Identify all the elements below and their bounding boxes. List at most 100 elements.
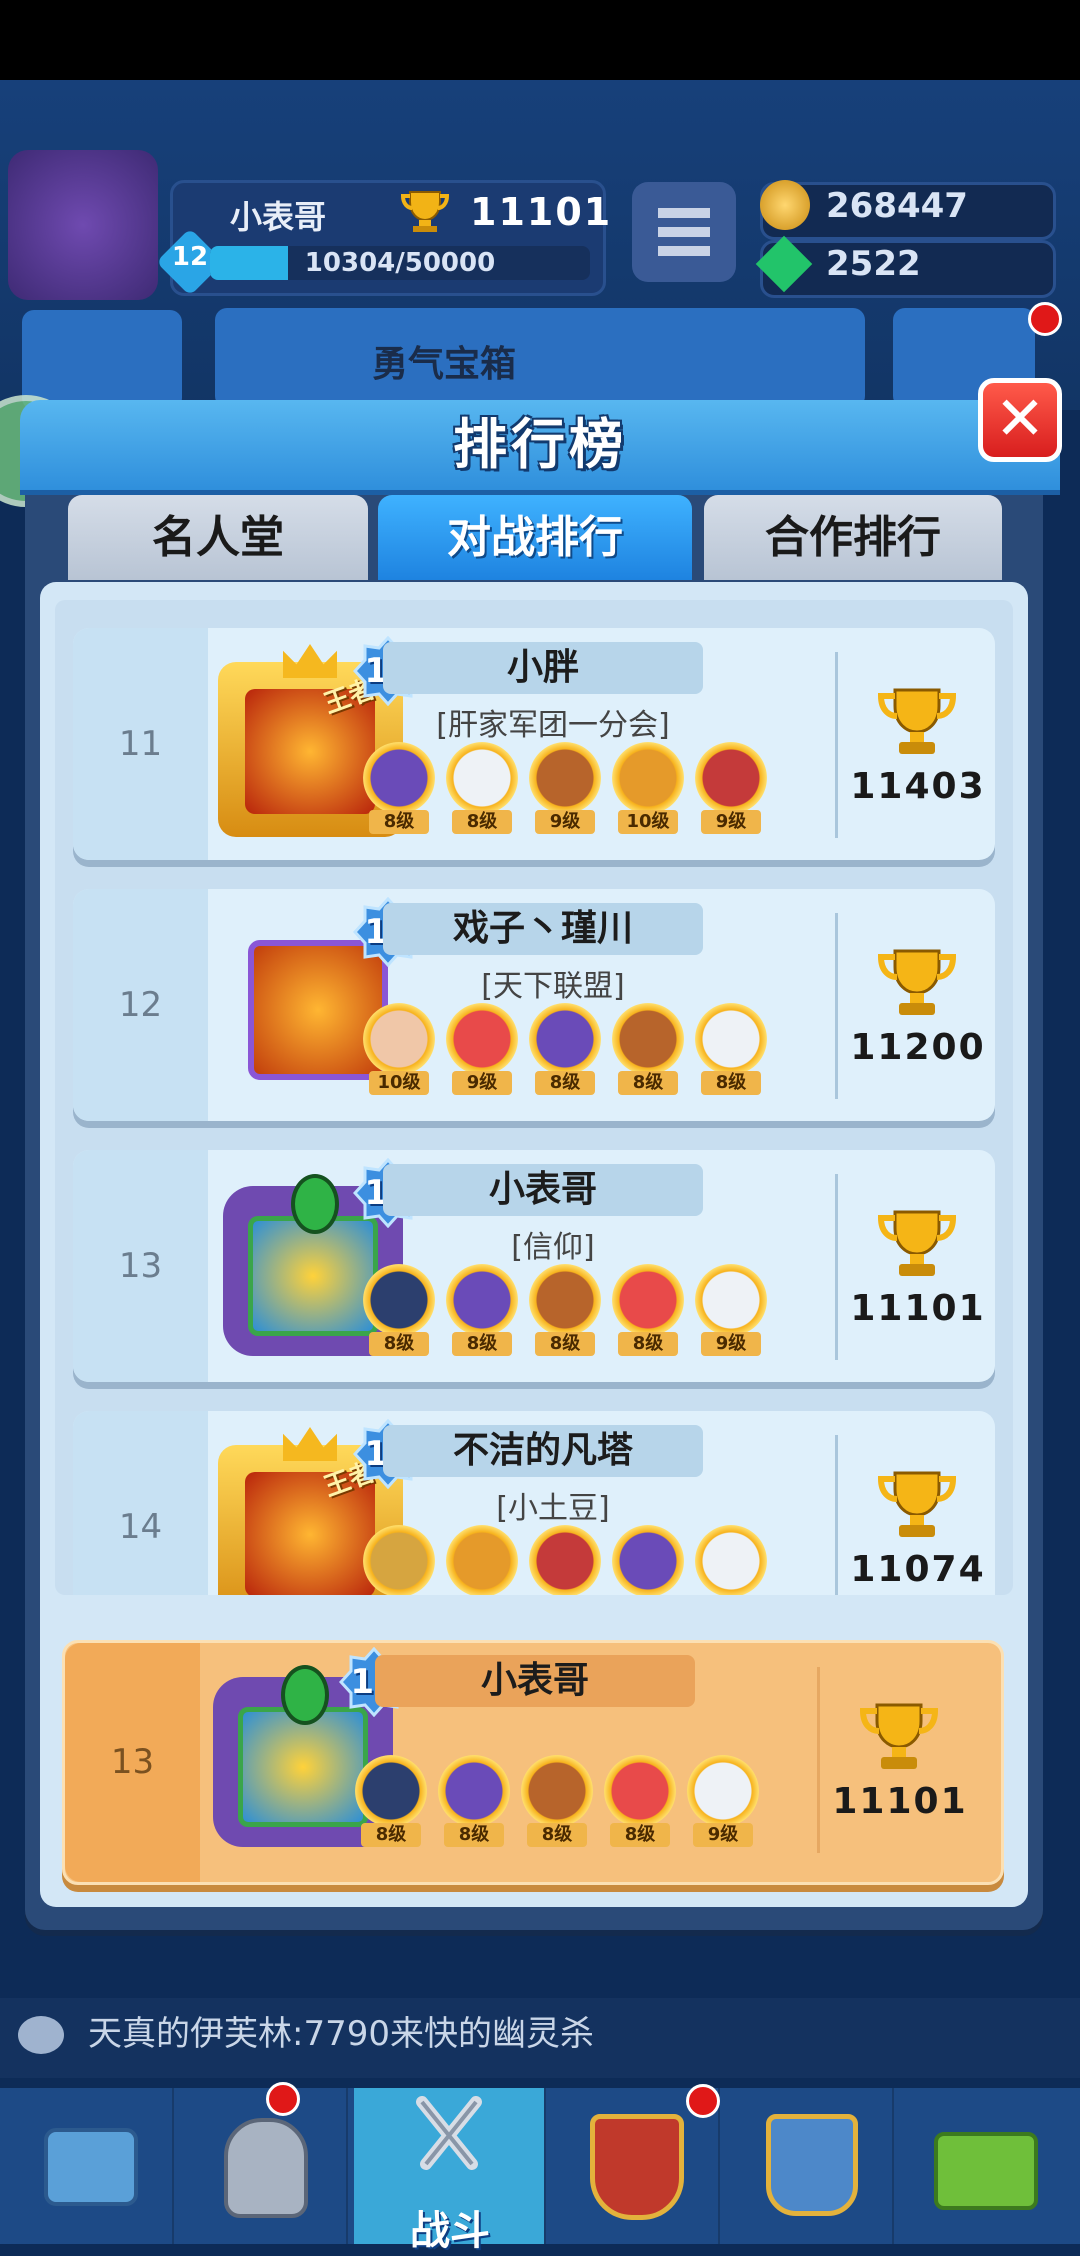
clown-hero	[446, 1003, 518, 1075]
bearded-chef-hero	[529, 742, 601, 814]
trophy-icon	[875, 947, 959, 1019]
girl-hero	[363, 1003, 435, 1075]
table-row[interactable]: 11王者12小胖[肝家军团一分会]8级8级9级10级9级11403	[73, 628, 995, 860]
hero-level: 9级	[693, 1823, 753, 1847]
purple-ninja-hero	[446, 1264, 518, 1336]
column-divider	[835, 652, 838, 838]
shield-crown-icon	[590, 2114, 684, 2220]
white-ghost-hero	[446, 742, 518, 814]
modal-title: 排行榜	[453, 413, 627, 476]
hero-level: 8级	[369, 1332, 429, 1356]
tab-coop-ranking[interactable]: 合作排行	[704, 495, 1002, 580]
clown-hero	[604, 1755, 676, 1827]
player-name: 小胖	[383, 642, 703, 694]
menu-button[interactable]	[632, 182, 736, 282]
quest-button[interactable]	[22, 310, 182, 410]
close-button[interactable]: ✕	[978, 378, 1062, 462]
status-bar	[0, 0, 1080, 80]
hero-level: 10级	[618, 810, 678, 834]
nav-garden[interactable]	[894, 2088, 1066, 2244]
trophy-count: 11200	[850, 1027, 986, 1068]
hero-level: 10级	[369, 1071, 429, 1095]
bearded-chef-hero	[529, 1264, 601, 1336]
hero-level: 8级	[369, 810, 429, 834]
hero-level: 8级	[610, 1823, 670, 1847]
nav-shop[interactable]	[0, 2088, 174, 2244]
hero-level: 8级	[452, 1332, 512, 1356]
close-icon: ✕	[994, 384, 1046, 454]
nav-social[interactable]	[720, 2088, 894, 2244]
player-name: 小表哥	[230, 198, 327, 236]
rank-number: 14	[73, 1411, 208, 1595]
hero-level: 8级	[618, 1332, 678, 1356]
chat-message: 天真的伊芙林:7790来快的幽灵杀	[88, 2014, 594, 2054]
police-hero	[363, 1264, 435, 1336]
hero-level: 8级	[452, 810, 512, 834]
hero-level: 8级	[535, 1332, 595, 1356]
self-ranking-row[interactable]: 13 12 小表哥 8级 8级 8级 8级 9级 11101	[62, 1640, 1004, 1885]
notification-dot	[266, 2082, 300, 2116]
rank-number: 12	[73, 889, 208, 1121]
nav-battle-label: 战斗	[410, 2208, 490, 2254]
guild-name: [肝家军团一分会]	[436, 708, 670, 743]
trophy-count: 11101	[850, 1288, 986, 1329]
purple-ninja-hero	[363, 742, 435, 814]
hero-level: 9级	[535, 810, 595, 834]
nav-clan[interactable]	[546, 2084, 720, 2244]
player-name: 小表哥	[375, 1655, 695, 1707]
column-divider	[835, 913, 838, 1099]
guild-name: [小土豆]	[496, 1491, 610, 1526]
notification-dot	[1028, 302, 1062, 336]
hero-level: 8级	[527, 1823, 587, 1847]
friends-icon	[766, 2114, 858, 2216]
eye-icon	[291, 1174, 339, 1234]
eye-icon	[281, 1665, 329, 1725]
player-name: 不洁的凡塔	[383, 1425, 703, 1477]
bearded-chef-hero	[612, 1003, 684, 1075]
white-ghost-hero	[687, 1755, 759, 1827]
monkey-king-hero	[612, 742, 684, 814]
table-row[interactable]: 1312小表哥[信仰]8级8级8级8级9级11101	[73, 1150, 995, 1382]
chest-label: 勇气宝箱	[372, 344, 517, 385]
avatar-portrait	[238, 1707, 368, 1827]
tab-battle-ranking[interactable]: 对战排行	[378, 495, 692, 580]
rank-number: 11	[73, 628, 208, 860]
bearded-chef-hero	[521, 1755, 593, 1827]
tab-hall-of-fame[interactable]: 名人堂	[68, 495, 368, 580]
table-row[interactable]: 14王者13不洁的凡塔[小土豆]11074	[73, 1411, 995, 1595]
purple-ninja-hero	[612, 1525, 684, 1595]
player-name: 戏子丶瑾川	[383, 903, 703, 955]
sprout-icon	[934, 2132, 1038, 2210]
hero-level: 8级	[444, 1823, 504, 1847]
trophy-count: 11403	[850, 766, 986, 807]
white-ghost-hero	[695, 1003, 767, 1075]
clown-hero	[612, 1264, 684, 1336]
trophy-icon	[875, 1469, 959, 1541]
straw-hat-hero	[363, 1525, 435, 1595]
rank-number: 13	[73, 1150, 208, 1382]
table-row[interactable]: 1211戏子丶瑾川[天下联盟]10级9级8级8级8级11200	[73, 889, 995, 1121]
purple-ninja-hero	[438, 1755, 510, 1827]
white-ghost-hero	[695, 1525, 767, 1595]
trophy-icon	[400, 188, 450, 238]
column-divider	[835, 1174, 838, 1360]
chat-icon	[18, 2016, 64, 2054]
coin-icon	[760, 180, 810, 230]
hero-level: 9级	[701, 1332, 761, 1356]
hero-level: 9级	[452, 1071, 512, 1095]
player-avatar[interactable]	[8, 150, 158, 300]
xp-text: 10304/50000	[304, 248, 496, 278]
guild-name: [信仰]	[511, 1230, 595, 1265]
monkey-king-hero	[446, 1525, 518, 1595]
hero-level: 8级	[535, 1071, 595, 1095]
red-bird-hero	[529, 1525, 601, 1595]
trophy-icon	[875, 1208, 959, 1280]
notification-dot	[686, 2084, 720, 2118]
hero-level: 9级	[701, 810, 761, 834]
chest-panel[interactable]	[215, 308, 865, 408]
nav-heroes[interactable]	[174, 2082, 348, 2244]
trophy-count: 11074	[850, 1549, 986, 1590]
coins-value: 268447	[826, 186, 968, 226]
ranking-list[interactable]: 11王者12小胖[肝家军团一分会]8级8级9级10级9级114031211戏子丶…	[55, 600, 1013, 1595]
crown-icon	[283, 644, 337, 678]
